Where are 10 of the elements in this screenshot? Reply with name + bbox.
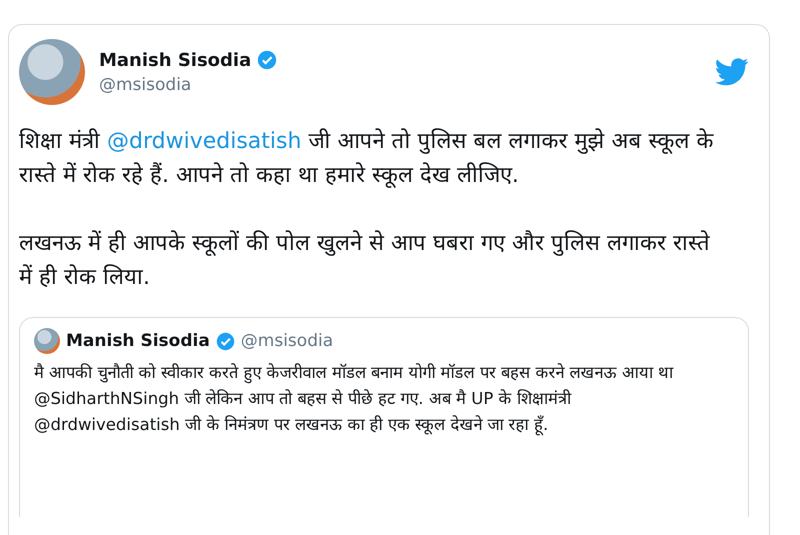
author-handle: @msisodia [99, 74, 192, 94]
author-handle: @msisodia [240, 331, 334, 351]
tweet-text: शिक्षा मंत्री @drdwivedisatish जी आपने तो पुलिस बल लगाकर मुझे अब स्कूल के रास्ते में रोक रहे हैं. आपने तो कहा था हमारे स्कूल देख लीजिए. [19, 127, 715, 190]
quoted-tweet-text: मै आपकी चुनौती को स्वीकार करते हुए केजरीवाल मॉडल बनाम योगी मॉडल पर बहस करने लखनऊ आया था @SidharthNSingh जी लेकिन आप तो बहस से पीछे हट गए. अब मै UP के शिक्षामंत्री @drdwivedisatish जी के निमंत्रण पर लखनऊ का ही एक स्कूल देखने जा रहा हूँ. [34, 362, 674, 438]
bird-logo-icon [715, 58, 749, 86]
author-name: Manish Sisodia [99, 50, 252, 70]
author-name: Manish Sisodia [66, 331, 210, 351]
tweet-text: लखनऊ में ही आपके स्कूलों की पोल खुलने से आप घबरा गए और पुलिस लगाकर रास्ते में ही रोक लिया. [19, 229, 711, 292]
avatar-image [34, 328, 60, 354]
mention-link[interactable]: @drdwivedisatish [107, 129, 302, 154]
